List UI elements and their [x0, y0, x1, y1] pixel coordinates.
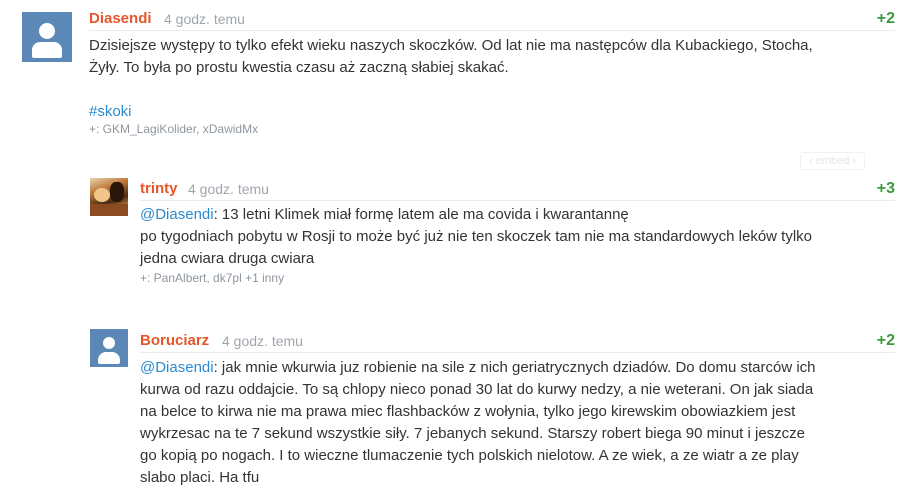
comment-line: slabo placi. Ha tfu — [140, 469, 260, 486]
comment-line: @Diasendi: jak mnie wkurwia juz robienie… — [140, 359, 816, 376]
comment-line: wykrzesac na te 7 sekund wszystkie siły.… — [140, 425, 806, 442]
avatar[interactable] — [90, 329, 128, 367]
timestamp[interactable]: 4 godz. temu — [222, 333, 303, 349]
comment-header: Boruciarz 4 godz. temu +2 — [140, 332, 895, 353]
author-link[interactable]: Boruciarz — [140, 332, 209, 349]
user-body-icon — [98, 352, 120, 364]
vote-score[interactable]: +2 — [877, 332, 895, 350]
comment-line: na belce to kirwa nie ma prawa miec flas… — [140, 403, 796, 420]
comment-line: kurwa od razu oddajcie. To są chlopy nie… — [140, 381, 814, 398]
mention-link[interactable]: @Diasendi — [140, 359, 214, 376]
comment-body: @Diasendi: jak mnie wkurwia juz robienie… — [140, 357, 900, 489]
user-silhouette-icon — [103, 337, 115, 349]
comment-line: go kopią po nogach. I to wieczne tlumacz… — [140, 447, 799, 464]
comment-boruciarz: Boruciarz 4 godz. temu +2 @Diasendi: jak… — [0, 0, 903, 487]
